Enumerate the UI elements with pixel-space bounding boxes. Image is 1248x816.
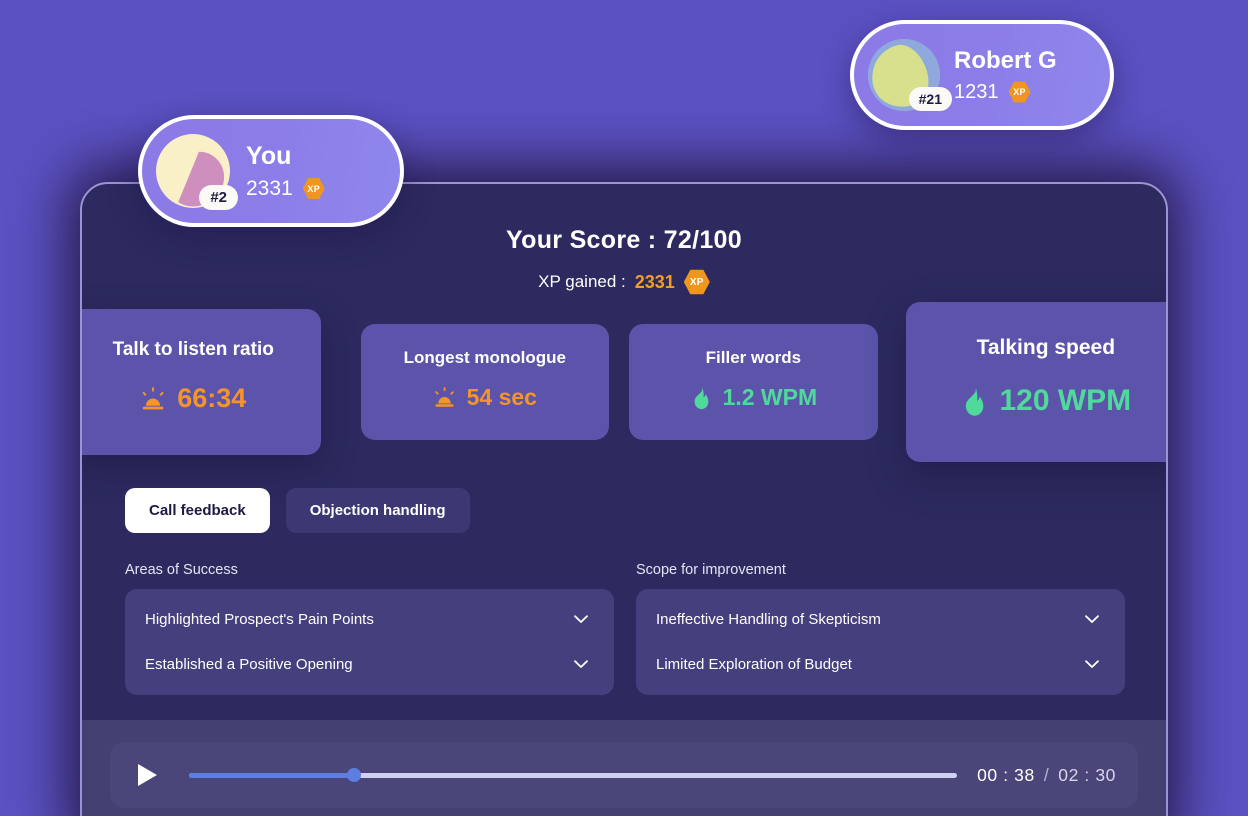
feedback-columns: Areas of Success Highlighted Prospect's … <box>125 562 1125 695</box>
player-timestamps: 00 : 38 / 02 : 30 <box>977 765 1116 786</box>
chevron-down-icon[interactable] <box>1085 615 1099 624</box>
player-footer: 00 : 38 / 02 : 30 <box>82 720 1166 816</box>
metric-label: Talk to listen ratio <box>112 339 274 360</box>
accordion-item[interactable]: Limited Exploration of Budget <box>636 642 1125 687</box>
accordion-item[interactable]: Ineffective Handling of Skepticism <box>636 597 1125 642</box>
xp-gained-value: 2331 <box>634 271 675 292</box>
metric-value: 66:34 <box>177 383 247 413</box>
metric-value-row: 1.2 WPM <box>629 384 878 411</box>
metric-label: Filler words <box>705 348 802 367</box>
siren-icon <box>142 386 164 409</box>
player-name: You <box>246 141 292 170</box>
player-xp: 1231 <box>954 80 999 103</box>
chevron-down-icon[interactable] <box>574 660 588 669</box>
accordion-item-label: Established a Positive Opening <box>145 656 353 673</box>
pill-meta: You 2331 XP <box>246 142 325 201</box>
chevron-down-icon[interactable] <box>1085 660 1099 669</box>
metric-value: 1.2 WPM <box>722 384 818 410</box>
accordion-item[interactable]: Highlighted Prospect's Pain Points <box>125 597 614 642</box>
metric-card-talk-to-listen-ratio: Talk to listen ratio 66:34 <box>82 309 321 455</box>
player-score-row: 2331 XP <box>246 177 325 201</box>
tab-call-feedback[interactable]: Call feedback <box>125 488 270 533</box>
play-icon[interactable] <box>138 764 157 786</box>
accordion-item-label: Limited Exploration of Budget <box>656 656 852 673</box>
xp-gained-label: XP gained : <box>538 272 626 291</box>
scrubber-fill <box>189 772 355 778</box>
avatar-wrap: #2 <box>156 134 238 210</box>
scope-for-improvement-column: Scope for improvement Ineffective Handli… <box>636 562 1125 695</box>
accordion-improvement: Ineffective Handling of Skepticism Limit… <box>636 589 1125 695</box>
accordion-item[interactable]: Established a Positive Opening <box>125 642 614 687</box>
metric-value: 120 WPM <box>999 384 1132 417</box>
section-heading: Scope for improvement <box>636 562 786 578</box>
chevron-down-icon[interactable] <box>574 615 588 624</box>
player-name: Robert G <box>954 46 1057 74</box>
metric-value-row: 66:34 <box>82 383 321 414</box>
accordion-success: Highlighted Prospect's Pain Points Estab… <box>125 589 614 695</box>
leaderboard-pill-robert[interactable]: #21 Robert G 1231 XP <box>850 20 1114 130</box>
panel-body: Your Score : 72/100 XP gained : 2331 XP … <box>82 184 1166 724</box>
rank-badge: #2 <box>199 185 238 210</box>
xp-badge-icon: XP <box>1008 81 1031 103</box>
metric-card-filler-words: Filler words 1.2 WPM <box>629 324 878 440</box>
metrics-row: Talk to listen ratio 66:34 Longest monol… <box>82 302 1166 462</box>
total-time: 02 : 30 <box>1058 764 1116 785</box>
metric-label: Talking speed <box>976 336 1116 359</box>
rank-badge: #21 <box>908 87 952 111</box>
metric-value: 54 sec <box>466 384 537 410</box>
section-heading: Areas of Success <box>125 562 238 578</box>
flame-icon <box>966 386 984 416</box>
scrubber-knob[interactable] <box>347 768 362 782</box>
time-separator: / <box>1043 764 1050 785</box>
metric-card-talking-speed: Talking speed 120 WPM <box>905 302 1166 462</box>
pill-meta: Robert G 1231 XP <box>954 47 1057 104</box>
metric-card-longest-monologue: Longest monologue 54 sec <box>360 324 610 440</box>
audio-player: 00 : 38 / 02 : 30 <box>110 742 1138 808</box>
tab-objection-handling[interactable]: Objection handling <box>285 488 470 533</box>
accordion-item-label: Highlighted Prospect's Pain Points <box>145 611 374 628</box>
xp-badge-icon: XP <box>683 269 710 295</box>
metric-label: Longest monologue <box>403 348 567 367</box>
metric-value-row: 120 WPM <box>906 384 1166 418</box>
flame-icon <box>694 386 708 409</box>
xp-badge-icon: XP <box>302 178 325 199</box>
metric-value-row: 54 sec <box>361 384 610 411</box>
current-time: 00 : 38 <box>977 764 1035 785</box>
leaderboard-pill-you[interactable]: #2 You 2331 XP <box>138 115 404 227</box>
feedback-tabs: Call feedback Objection handling <box>125 488 470 533</box>
avatar-wrap: #21 <box>868 39 952 111</box>
score-panel: Your Score : 72/100 XP gained : 2331 XP … <box>80 182 1168 816</box>
xp-gained-row: XP gained : 2331 XP <box>82 269 1166 295</box>
areas-of-success-column: Areas of Success Highlighted Prospect's … <box>125 562 614 695</box>
player-score-row: 1231 XP <box>954 81 1057 104</box>
accordion-item-label: Ineffective Handling of Skepticism <box>656 611 881 628</box>
player-xp: 2331 <box>246 176 293 200</box>
playback-scrubber[interactable] <box>189 765 958 785</box>
siren-icon <box>434 387 454 407</box>
